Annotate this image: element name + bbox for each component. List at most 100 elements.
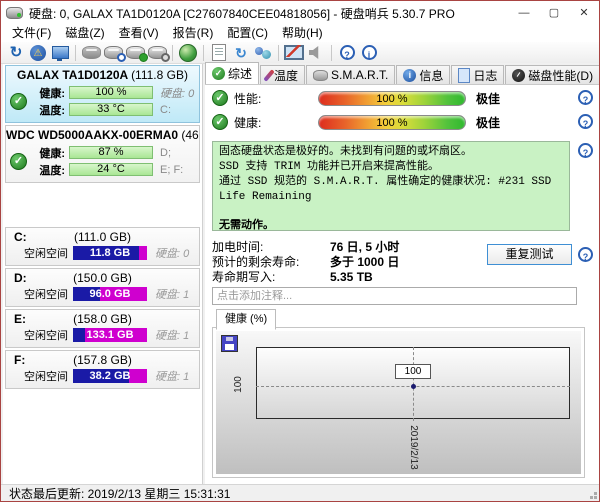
menu-disk[interactable]: 磁盘(Z) — [58, 25, 111, 42]
disk-item-0[interactable]: GALAX TA1D0120A (111.8 GB) ✓ 健康:100 %硬盘:… — [5, 65, 200, 123]
status-line: 通过 SSD 规范的 S.M.A.R.T. 属性确定的健康状况: #231 SS… — [219, 175, 563, 205]
disk-remove-icon[interactable] — [80, 43, 102, 62]
status-text-box: 固态硬盘状态是极好的。未找到有问题的或坏扇区。 SSD 支持 TRIM 功能并已… — [212, 141, 570, 231]
user-disks-icon[interactable] — [252, 43, 274, 62]
ok-status-icon: ✓ — [212, 90, 228, 106]
stat-value: 5.35 TB — [330, 270, 373, 284]
toolbar-separator — [172, 45, 173, 61]
health-bar: 100 % — [69, 86, 153, 99]
disk-ok-icon[interactable] — [124, 43, 146, 62]
menu-report[interactable]: 报告(R) — [166, 25, 221, 42]
tab-smart[interactable]: S.M.A.R.T. — [306, 65, 395, 84]
save-chart-icon[interactable] — [221, 335, 238, 352]
network-disks-icon[interactable] — [177, 43, 199, 62]
free-space-label: 空闲空间 — [24, 327, 68, 343]
partition-item-e[interactable]: (158.0 GB)E: 空闲空间 133.1 GB 硬盘: 1 — [5, 309, 200, 348]
status-text: 状态最后更新: 2019/2/13 星期三 15:31:31 — [9, 485, 230, 502]
tab-information[interactable]: 信息 — [396, 65, 450, 84]
tab-overview[interactable]: 综述 — [205, 62, 259, 84]
disk-detect-icon[interactable] — [146, 43, 168, 62]
free-space-label: 空闲空间 — [24, 368, 68, 384]
check-icon — [212, 67, 225, 80]
sounds-icon[interactable] — [305, 43, 327, 62]
health-rating: 极佳 — [476, 114, 500, 131]
detail-tabs: 综述 温度 S.M.A.R.T. 信息 日志 磁盘性能(D) 警报(A) — [205, 63, 599, 85]
tab-label: 信息 — [419, 67, 443, 84]
toolbar-separator — [75, 45, 76, 61]
disk-letters: E; F: — [160, 164, 183, 176]
partition-size: (157.8 GB) — [6, 353, 199, 367]
close-button[interactable]: ✕ — [569, 1, 599, 25]
free-space-bar: 11.8 GB — [73, 246, 147, 260]
sync-icon[interactable]: ↻ — [230, 43, 252, 62]
help-icon[interactable] — [336, 43, 358, 62]
tab-label: 磁盘性能(D) — [528, 67, 593, 84]
refresh-icon[interactable]: ↻ — [5, 43, 27, 62]
health-chart-panel: 100 100 2019/2/13 — [212, 327, 585, 478]
partition-letter: F: — [14, 353, 25, 367]
free-space-value: 38.2 GB — [73, 370, 147, 382]
partition-item-c[interactable]: (111.0 GB)C: 空闲空间 11.8 GB 硬盘: 0 — [5, 227, 200, 266]
app-window: 硬盘: 0, GALAX TA1D0120A [C27607840CEE0481… — [0, 0, 600, 502]
disk-schedule-icon[interactable] — [102, 43, 124, 62]
help-icon[interactable] — [578, 143, 593, 158]
performance-meter: 100 % — [318, 91, 466, 106]
help-icon[interactable] — [578, 90, 593, 105]
menu-help[interactable]: 帮助(H) — [275, 25, 330, 42]
partition-size: (158.0 GB) — [6, 312, 199, 326]
health-label: 健康: — [234, 114, 318, 131]
help-icon[interactable] — [578, 114, 593, 129]
disk-number: 硬盘: 1 — [155, 327, 189, 343]
temp-label: 温度: — [27, 102, 65, 118]
chart-tab-health[interactable]: 健康 (%) — [216, 309, 276, 330]
partition-item-f[interactable]: (157.8 GB)F: 空闲空间 38.2 GB 硬盘: 1 — [5, 350, 200, 389]
retest-button[interactable]: 重复测试 — [487, 244, 572, 265]
ok-status-icon: ✓ — [212, 114, 228, 130]
health-meter: 100 % — [318, 115, 466, 130]
comment-input[interactable] — [212, 287, 577, 305]
maximize-button[interactable]: ▢ — [539, 1, 569, 25]
disk-letters: D; — [160, 147, 171, 159]
tab-label: 日志 — [473, 67, 497, 84]
disk-item-1[interactable]: WDC WD5000AAKX-00ERMA0 (465.8 GB) ✓ 健康:8… — [5, 125, 200, 183]
info-icon — [403, 69, 416, 82]
alerts-icon[interactable] — [27, 43, 49, 62]
tab-label: 温度 — [274, 67, 298, 84]
disk-sidebar: GALAX TA1D0120A (111.8 GB) ✓ 健康:100 %硬盘:… — [3, 64, 203, 484]
remote-monitor-icon[interactable] — [283, 43, 305, 62]
partition-item-d[interactable]: (150.0 GB)D: 空闲空间 96.0 GB 硬盘: 1 — [5, 268, 200, 307]
partition-letter: E: — [14, 312, 26, 326]
status-line: 固态硬盘状态是极好的。未找到有问题的或坏扇区。 — [219, 145, 563, 160]
health-label: 健康: — [27, 85, 65, 101]
health-label: 健康: — [27, 145, 65, 161]
resize-grip[interactable] — [594, 496, 597, 499]
report-icon[interactable] — [208, 43, 230, 62]
thermometer-icon — [263, 69, 274, 82]
free-space-value: 11.8 GB — [73, 247, 147, 259]
stat-label: 寿命期写入: — [212, 268, 330, 285]
partition-letter: C: — [14, 230, 27, 244]
performance-rating: 极佳 — [476, 90, 500, 107]
free-space-value: 96.0 GB — [73, 288, 147, 300]
help-icon[interactable] — [578, 247, 593, 262]
tab-log[interactable]: 日志 — [451, 65, 504, 84]
tab-temperature[interactable]: 温度 — [260, 65, 305, 84]
menu-view[interactable]: 查看(V) — [112, 25, 166, 42]
menu-config[interactable]: 配置(C) — [220, 25, 275, 42]
menu-file[interactable]: 文件(F) — [5, 25, 58, 42]
chart-x-label: 2019/2/13 — [408, 425, 419, 470]
toolbar-separator — [331, 45, 332, 61]
free-space-value: 133.1 GB — [73, 329, 147, 341]
status-line: SSD 支持 TRIM 功能并已开启来提高性能。 — [219, 160, 563, 175]
minimize-button[interactable]: — — [509, 1, 539, 25]
toolbar: ↻ ↻ — [1, 42, 599, 64]
disk-number: 硬盘: 0 — [160, 85, 194, 101]
free-space-bar: 133.1 GB — [73, 328, 147, 342]
info-icon[interactable] — [358, 43, 380, 62]
screenshot-icon[interactable] — [49, 43, 71, 62]
status-action: 无需动作。 — [219, 219, 563, 234]
chart-data-point — [411, 384, 416, 389]
temp-bar: 24 °C — [69, 163, 153, 176]
disk-icon — [313, 70, 328, 81]
tab-disk-performance[interactable]: 磁盘性能(D) — [505, 65, 600, 84]
